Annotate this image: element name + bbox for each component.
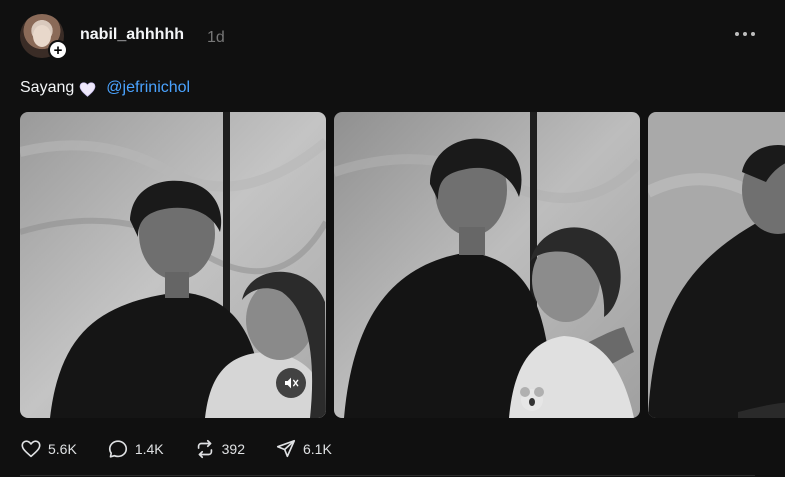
media-video[interactable] <box>20 112 326 418</box>
repost-count: 392 <box>221 441 245 457</box>
more-icon[interactable] <box>735 28 755 40</box>
like-button[interactable]: 5.6K <box>20 438 77 460</box>
repost-icon <box>197 439 212 459</box>
media-photo[interactable] <box>334 112 640 418</box>
share-count: 6.1K <box>302 441 332 457</box>
comment-icon <box>108 440 127 458</box>
mention-link[interactable]: @jefrinichol <box>106 79 190 97</box>
avatar-face <box>33 25 51 47</box>
reply-count: 1.4K <box>134 441 164 457</box>
heart-icon <box>21 440 41 458</box>
repost-button[interactable]: 392 <box>194 438 245 460</box>
media-photo[interactable] <box>648 112 785 418</box>
caption-text: Sayang <box>20 79 75 96</box>
action-bar: 5.6K 1.4K 392 6.1K <box>20 437 362 461</box>
share-icon <box>276 439 296 458</box>
timestamp[interactable]: 1d <box>207 29 225 47</box>
reply-button[interactable]: 1.4K <box>107 438 164 460</box>
divider <box>20 475 755 476</box>
post-header: + nabil_ahhhhh 1d <box>20 14 765 60</box>
share-button[interactable]: 6.1K <box>275 438 332 460</box>
like-count: 5.6K <box>48 441 77 457</box>
caption: Sayang @jefrinichol <box>20 79 190 97</box>
media-carousel[interactable] <box>20 112 785 418</box>
follow-plus-icon[interactable]: + <box>48 40 68 60</box>
username[interactable]: nabil_ahhhhh <box>80 26 184 44</box>
white-heart-icon <box>79 81 96 97</box>
mute-icon[interactable] <box>276 368 306 398</box>
